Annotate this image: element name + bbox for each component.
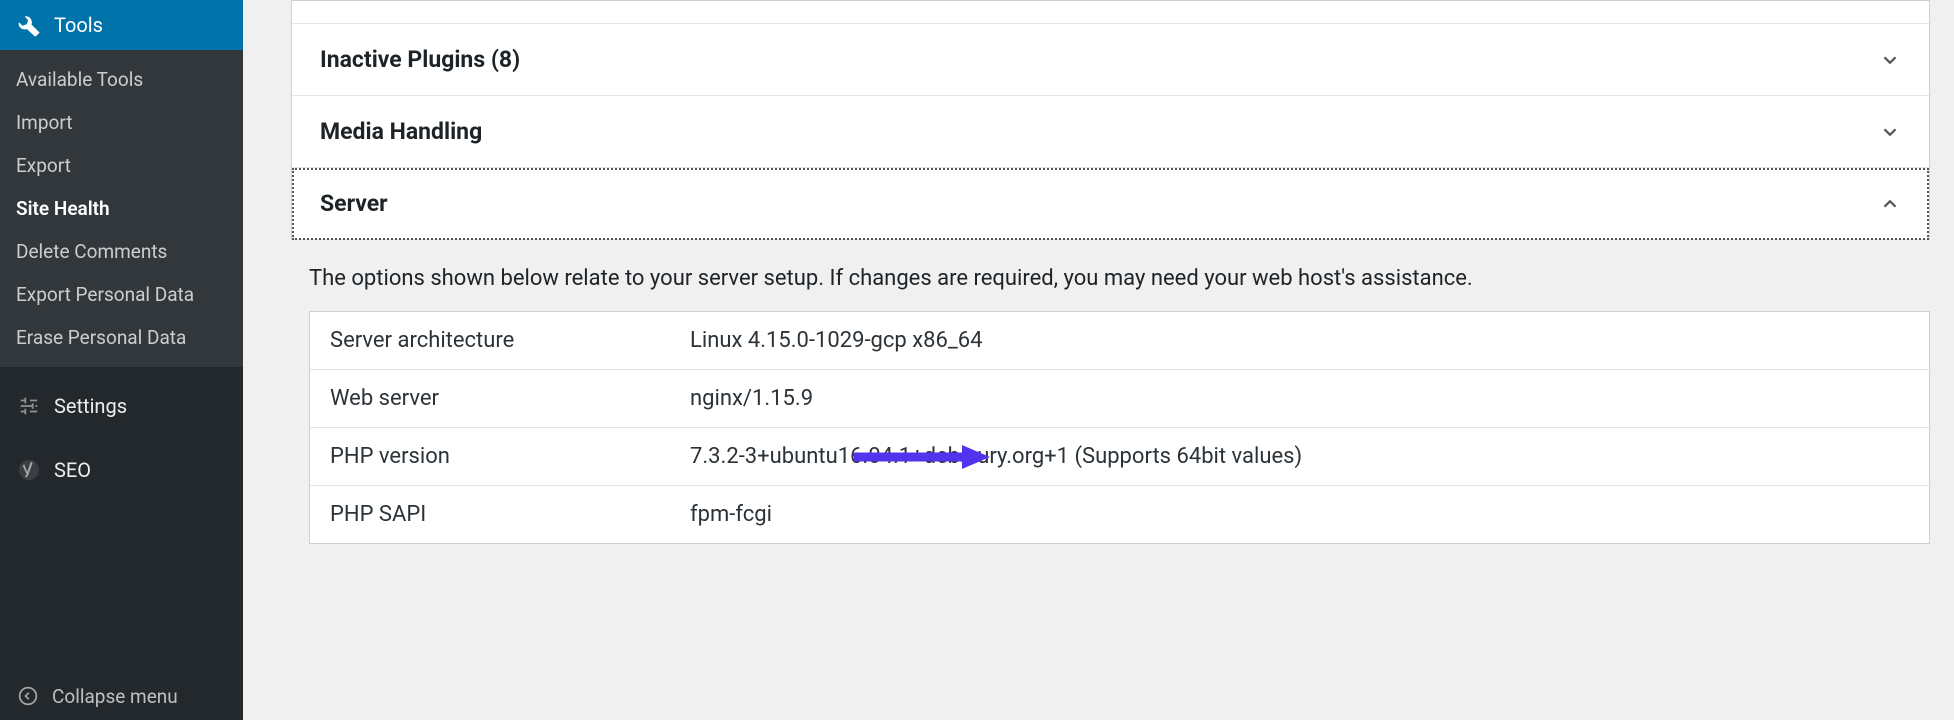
pointer-arrow-icon (854, 443, 994, 471)
collapse-label: Collapse menu (52, 685, 178, 708)
sidebar-item-settings[interactable]: Settings (0, 381, 243, 431)
main-content: Active Plugins (8) Inactive Plugins (8) … (243, 0, 1954, 720)
panel-inactive-plugins[interactable]: Inactive Plugins (8) (292, 24, 1929, 96)
submenu-import[interactable]: Import (0, 101, 243, 144)
accordion-panels: Active Plugins (8) Inactive Plugins (8) … (291, 0, 1930, 240)
submenu-available-tools[interactable]: Available Tools (0, 58, 243, 101)
panel-media-handling[interactable]: Media Handling (292, 96, 1929, 168)
sidebar-item-label: Settings (54, 394, 127, 418)
info-row-php-sapi: PHP SAPI fpm-fcgi (310, 486, 1929, 543)
submenu-delete-comments[interactable]: Delete Comments (0, 230, 243, 273)
info-label: Server architecture (330, 328, 690, 353)
collapse-icon (16, 684, 40, 708)
submenu-erase-personal-data[interactable]: Erase Personal Data (0, 316, 243, 359)
chevron-up-icon (1879, 193, 1901, 215)
server-section-description: The options shown below relate to your s… (291, 240, 1930, 311)
chevron-down-icon (1879, 49, 1901, 71)
info-row-server-architecture: Server architecture Linux 4.15.0-1029-gc… (310, 312, 1929, 370)
sidebar-item-label: Tools (54, 13, 103, 37)
info-row-web-server: Web server nginx/1.15.9 (310, 370, 1929, 428)
submenu-site-health[interactable]: Site Health (0, 187, 243, 230)
sliders-icon (16, 393, 42, 419)
info-value: fpm-fcgi (690, 502, 1909, 527)
yoast-icon (16, 457, 42, 483)
panel-title: Media Handling (320, 118, 482, 145)
sidebar-item-seo[interactable]: SEO (0, 445, 243, 495)
panel-server[interactable]: Server (292, 168, 1929, 240)
info-value: nginx/1.15.9 (690, 386, 1909, 411)
server-info-table: Server architecture Linux 4.15.0-1029-gc… (309, 311, 1930, 544)
submenu-export[interactable]: Export (0, 144, 243, 187)
info-value: Linux 4.15.0-1029-gcp x86_64 (690, 328, 1909, 353)
info-label: PHP SAPI (330, 502, 690, 527)
panel-title: Inactive Plugins (8) (320, 46, 520, 73)
sidebar-item-tools[interactable]: Tools (0, 0, 243, 50)
collapse-menu-button[interactable]: Collapse menu (0, 672, 243, 720)
submenu-export-personal-data[interactable]: Export Personal Data (0, 273, 243, 316)
info-label: PHP version (330, 444, 690, 469)
panel-active-plugins[interactable]: Active Plugins (8) (292, 1, 1929, 24)
panel-title: Server (320, 190, 388, 217)
info-label: Web server (330, 386, 690, 411)
chevron-down-icon (1879, 121, 1901, 143)
tools-submenu: Available Tools Import Export Site Healt… (0, 50, 243, 367)
wrench-icon (16, 12, 42, 38)
info-row-php-version: PHP version 7.3.2-3+ubuntu16.04.1+deb.su… (310, 428, 1929, 486)
admin-sidebar: Tools Available Tools Import Export Site… (0, 0, 243, 720)
sidebar-item-label: SEO (54, 458, 91, 482)
